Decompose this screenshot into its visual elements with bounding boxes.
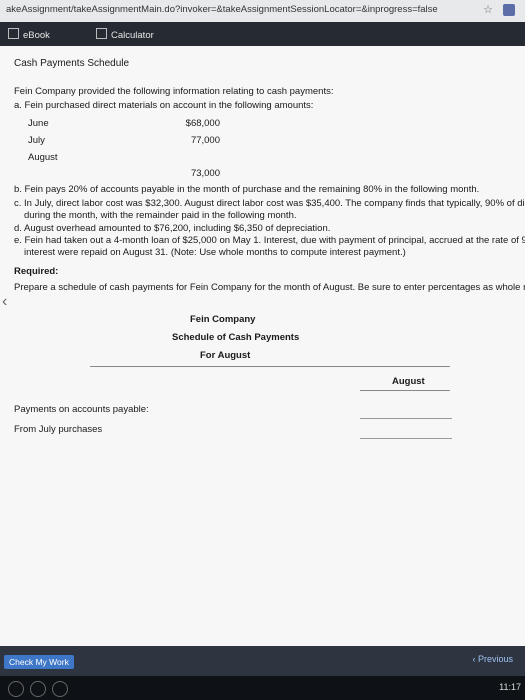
schedule-title: Schedule of Cash Payments — [172, 332, 300, 343]
clock: 11:17 — [499, 682, 521, 692]
url-text[interactable]: akeAssignment/takeAssignmentMain.do?invo… — [6, 4, 438, 15]
required-text: Prepare a schedule of cash payments for … — [14, 282, 525, 293]
chevron-left-icon[interactable]: ‹ — [2, 293, 7, 311]
ebook-label: eBook — [23, 30, 50, 41]
item-d: d. August overhead amounted to $76,200, … — [14, 223, 331, 234]
ebook-button[interactable]: eBook — [8, 28, 50, 41]
taskview-icon[interactable] — [52, 681, 68, 697]
july-purchases-input[interactable] — [360, 422, 452, 439]
item-c-line1: c. In July, direct labor cost was $32,30… — [14, 198, 525, 209]
item-e-line2: interest were repaid on August 31. (Note… — [24, 247, 406, 258]
schedule-divider — [90, 366, 450, 367]
problem-content: Cash Payments Schedule Fein Company prov… — [0, 46, 525, 646]
extension-icon[interactable] — [503, 4, 515, 16]
address-bar[interactable]: akeAssignment/takeAssignmentMain.do?invo… — [0, 0, 525, 23]
purchase-month: June — [28, 118, 49, 129]
row-july-purchases: From July purchases — [14, 424, 103, 435]
calculator-icon — [96, 28, 107, 39]
footer-bar: Check My Work ‹ Previous — [0, 646, 525, 676]
problem-title: Cash Payments Schedule — [14, 58, 130, 69]
required-label: Required: — [14, 266, 59, 277]
start-icon[interactable] — [8, 681, 24, 697]
screen: akeAssignment/takeAssignmentMain.do?invo… — [0, 0, 525, 700]
check-my-work-button[interactable]: Check My Work — [4, 655, 74, 669]
item-e-line1: e. Fein had taken out a 4-month loan of … — [14, 235, 525, 246]
calculator-button[interactable]: Calculator — [96, 28, 154, 41]
schedule-period: For August — [200, 350, 251, 361]
previous-button[interactable]: ‹ Previous — [472, 654, 513, 664]
previous-label: Previous — [477, 654, 513, 664]
intro-text: Fein Company provided the following info… — [14, 86, 334, 97]
purchase-amount: 73,000 — [190, 168, 220, 179]
purchase-amount: 77,000 — [190, 135, 220, 146]
purchase-month: August — [28, 152, 58, 163]
schedule-company: Fein Company — [190, 314, 256, 325]
purchase-month: July — [28, 135, 45, 146]
search-icon[interactable] — [30, 681, 46, 697]
bookmark-star-icon[interactable]: ☆ — [483, 3, 493, 16]
row-payments-label: Payments on accounts payable: — [14, 404, 149, 415]
book-icon — [8, 28, 19, 39]
item-c-line2: during the month, with the remainder pai… — [24, 210, 297, 221]
payments-ap-input[interactable] — [360, 402, 452, 419]
column-header-rule — [360, 390, 450, 391]
item-a: a. Fein purchased direct materials on ac… — [14, 100, 314, 111]
taskbar: 11:17 — [0, 676, 525, 700]
column-header-august: August — [392, 376, 425, 387]
item-b: b. Fein pays 20% of accounts payable in … — [14, 184, 480, 195]
app-toolbar: eBook Calculator — [0, 22, 525, 46]
purchase-amount: $68,000 — [185, 118, 220, 129]
calculator-label: Calculator — [111, 30, 154, 41]
